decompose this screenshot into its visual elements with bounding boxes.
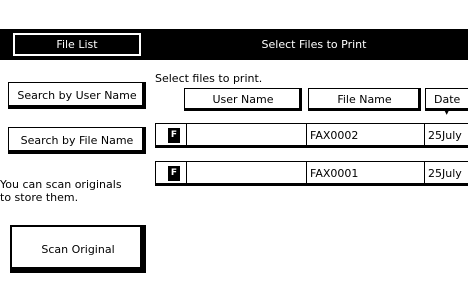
fax-file-icon: F (167, 126, 181, 144)
row-icon-cell: F (160, 162, 188, 184)
row-user-name (186, 162, 305, 184)
row-file-name: FAX0001 (306, 162, 426, 184)
screen-title: Select Files to Print (150, 29, 468, 60)
fax-file-icon: F (167, 164, 181, 182)
search-by-file-name-button[interactable]: Search by File Name (8, 127, 146, 154)
scan-info-line-1: You can scan originals (0, 178, 122, 191)
instruction-text: Select files to print. (155, 72, 263, 85)
search-by-user-name-button[interactable]: Search by User Name (8, 82, 146, 109)
scan-info-line-2: to store them. (0, 191, 79, 204)
top-status-bar (0, 0, 468, 29)
sort-down-icon: ▼ (444, 108, 450, 116)
row-user-name (186, 124, 305, 146)
row-date: 25July (424, 162, 468, 184)
row-icon-cell: F (160, 124, 188, 146)
column-header-user-name[interactable]: User Name (184, 88, 302, 111)
scan-info-text: You can scan originals to store them. (0, 178, 150, 204)
file-row[interactable]: F FAX0001 25July (155, 161, 468, 186)
row-date: 25July (424, 124, 468, 146)
tab-file-list[interactable]: File List (12, 32, 142, 57)
scan-original-button[interactable]: Scan Original (10, 225, 146, 273)
file-row[interactable]: F FAX0002 25July (155, 123, 468, 148)
column-header-file-name[interactable]: File Name (308, 88, 421, 111)
row-file-name: FAX0002 (306, 124, 426, 146)
